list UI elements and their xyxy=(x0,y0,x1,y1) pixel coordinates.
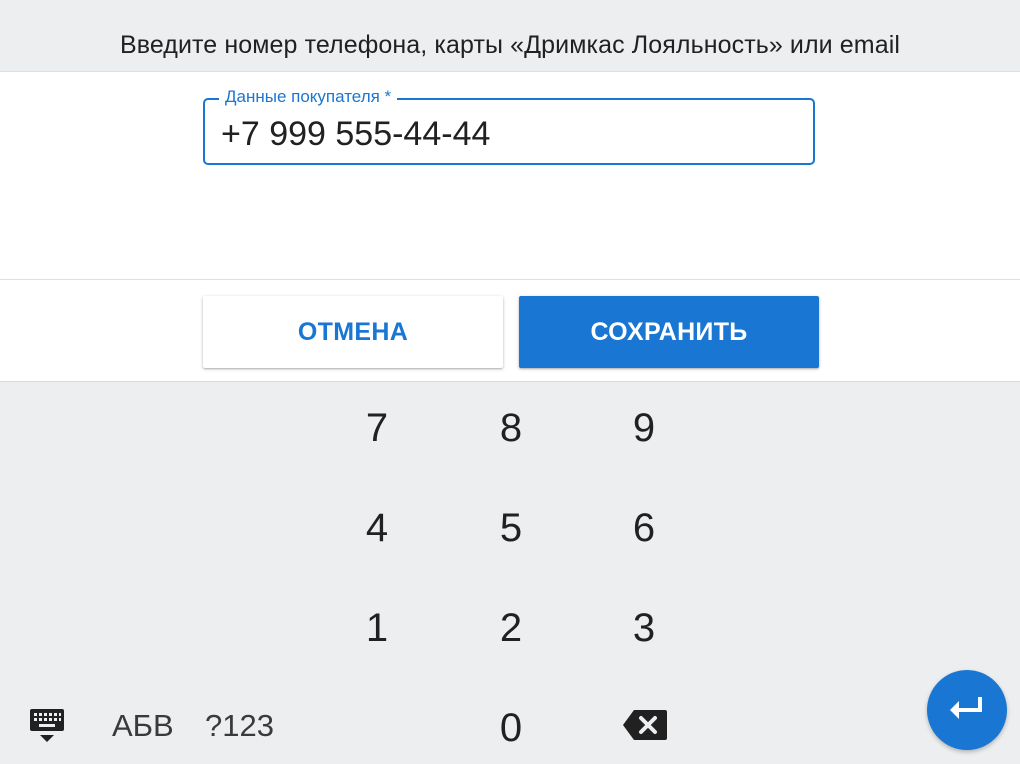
customer-data-field[interactable]: Данные покупателя * xyxy=(203,87,815,165)
enter-button[interactable] xyxy=(927,670,1007,750)
symbols-key[interactable]: ?123 xyxy=(205,696,274,756)
customer-data-label: Данные покупателя * xyxy=(219,87,398,107)
save-button[interactable]: СОХРАНИТЬ xyxy=(519,296,819,368)
key-0[interactable]: 0 xyxy=(461,698,561,758)
key-7[interactable]: 7 xyxy=(327,398,427,458)
customer-data-input[interactable] xyxy=(221,114,801,154)
numeric-keyboard: 7 8 9 4 5 6 1 2 3 АБВ ?123 0 xyxy=(0,381,1020,764)
enter-icon xyxy=(947,693,987,728)
key-5[interactable]: 5 xyxy=(461,498,561,558)
keyboard-hide-icon[interactable] xyxy=(28,707,66,745)
page-title: Введите номер телефона, карты «Дримкас Л… xyxy=(119,31,901,59)
key-4[interactable]: 4 xyxy=(327,498,427,558)
header-bar: Введите номер телефона, карты «Дримкас Л… xyxy=(0,0,1020,72)
key-1[interactable]: 1 xyxy=(327,598,427,658)
cancel-button[interactable]: ОТМЕНА xyxy=(203,296,503,368)
key-6[interactable]: 6 xyxy=(594,498,694,558)
letters-key[interactable]: АБВ xyxy=(112,696,174,756)
backspace-icon[interactable] xyxy=(622,708,668,742)
divider xyxy=(0,279,1020,280)
key-8[interactable]: 8 xyxy=(461,398,561,458)
key-2[interactable]: 2 xyxy=(461,598,561,658)
key-9[interactable]: 9 xyxy=(594,398,694,458)
key-3[interactable]: 3 xyxy=(594,598,694,658)
